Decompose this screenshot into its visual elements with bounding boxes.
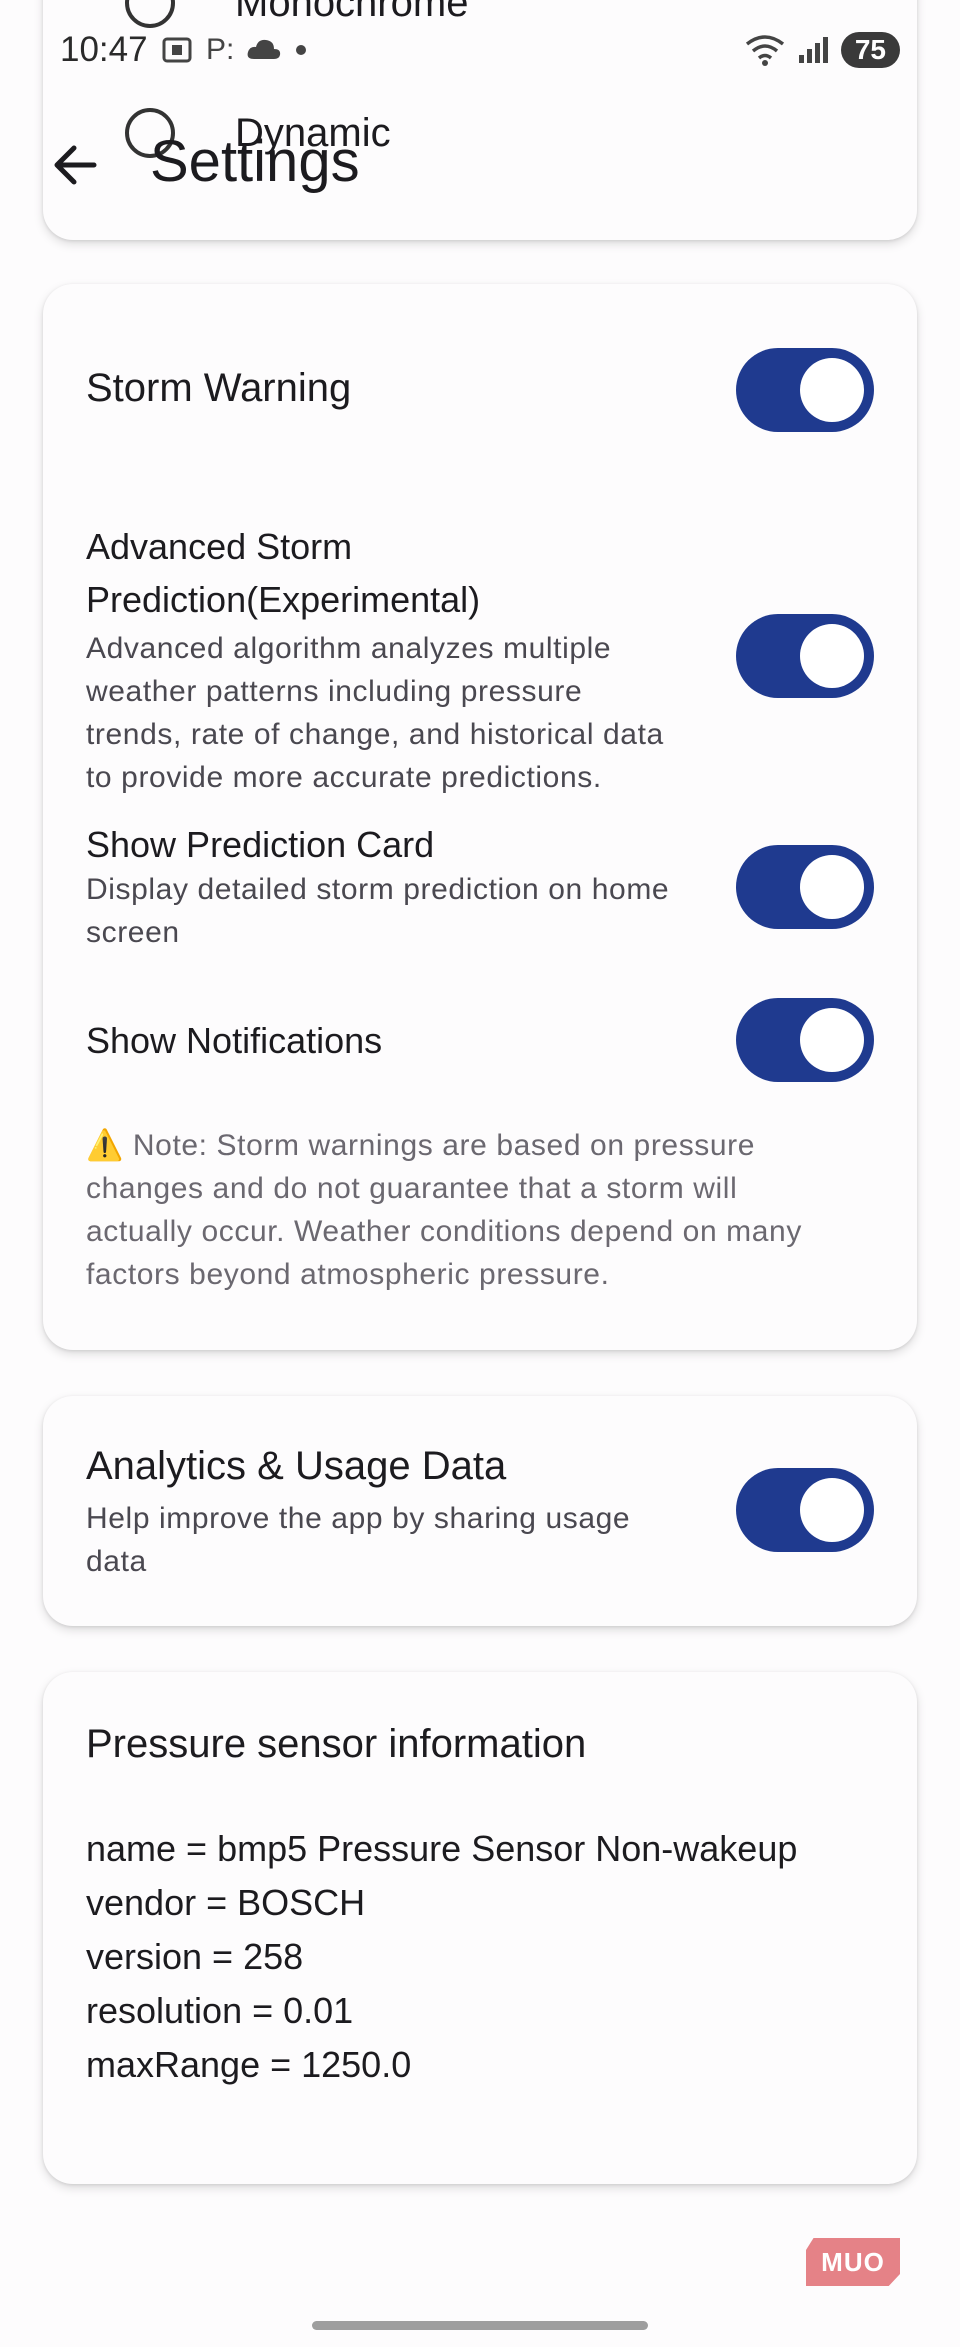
note-line: factors beyond atmospheric pressure. bbox=[86, 1258, 610, 1291]
analytics-toggle[interactable] bbox=[736, 1468, 874, 1552]
cloud-icon bbox=[247, 39, 281, 59]
back-arrow-icon[interactable] bbox=[50, 140, 100, 190]
signal-icon bbox=[798, 37, 828, 63]
wifi-icon bbox=[745, 35, 784, 66]
note-line: ⚠️ Note: Storm warnings are based on pre… bbox=[86, 1129, 756, 1162]
storm-warning-toggle[interactable] bbox=[736, 348, 874, 432]
sensor-info-line: maxRange = 1250.0 bbox=[86, 2044, 412, 2085]
home-indicator[interactable] bbox=[312, 2321, 648, 2330]
desc-line: screen bbox=[86, 916, 180, 949]
notifications-title: Show Notifications bbox=[86, 1020, 383, 1061]
sensor-info: name = bmp5 Pressure Sensor Non-wakeup v… bbox=[86, 1822, 797, 2092]
status-time: 10:47 bbox=[60, 30, 148, 69]
desc-line: Help improve the app by sharing usage bbox=[86, 1502, 631, 1535]
note-line: actually occur. Weather conditions depen… bbox=[86, 1215, 802, 1248]
prediction-card-toggle[interactable] bbox=[736, 845, 874, 929]
desc-line: trends, rate of change, and historical d… bbox=[86, 718, 664, 751]
advanced-prediction-title-line: Advanced Storm bbox=[86, 526, 353, 567]
advanced-prediction-title-line: Prediction(Experimental) bbox=[86, 579, 481, 620]
desc-line: weather patterns including pressure bbox=[86, 675, 583, 708]
storm-warning-card: Storm Warning Advanced Storm Prediction(… bbox=[43, 284, 917, 1350]
analytics-card: Analytics & Usage Data Help improve the … bbox=[43, 1396, 917, 1626]
advanced-prediction-title: Advanced Storm Prediction(Experimental) bbox=[86, 520, 480, 626]
sensor-info-line: version = 258 bbox=[86, 1936, 304, 1977]
toggle-knob bbox=[800, 1008, 864, 1072]
advanced-prediction-toggle[interactable] bbox=[736, 614, 874, 698]
sensor-info-line: resolution = 0.01 bbox=[86, 1990, 354, 2031]
sensor-info-line: vendor = BOSCH bbox=[86, 1882, 366, 1923]
storm-warning-title: Storm Warning bbox=[86, 366, 352, 410]
prediction-card-desc: Display detailed storm prediction on hom… bbox=[86, 868, 669, 954]
sensor-card: Pressure sensor information name = bmp5 … bbox=[43, 1672, 917, 2184]
prediction-card-title: Show Prediction Card bbox=[86, 824, 435, 865]
notifications-toggle[interactable] bbox=[736, 998, 874, 1082]
advanced-prediction-desc: Advanced algorithm analyzes multiple wea… bbox=[86, 627, 664, 799]
status-bar: 10:47 P: 75 bbox=[0, 0, 960, 100]
dot-icon bbox=[296, 45, 307, 55]
screenshot-icon bbox=[162, 37, 192, 63]
muo-watermark-logo: MUO bbox=[806, 2238, 900, 2286]
analytics-desc: Help improve the app by sharing usage da… bbox=[86, 1497, 630, 1583]
page-title: Settings bbox=[150, 129, 360, 194]
desc-line: Advanced algorithm analyzes multiple bbox=[86, 632, 612, 665]
p-icon: P: bbox=[206, 33, 235, 66]
battery-indicator: 75 bbox=[840, 32, 900, 68]
sensor-info-line: name = bmp5 Pressure Sensor Non-wakeup bbox=[86, 1828, 798, 1869]
status-icons-left: P: bbox=[160, 30, 308, 70]
toggle-knob bbox=[800, 1478, 864, 1542]
toggle-knob bbox=[800, 855, 864, 919]
toggle-knob bbox=[800, 624, 864, 688]
storm-note: ⚠️ Note: Storm warnings are based on pre… bbox=[86, 1124, 886, 1296]
analytics-title: Analytics & Usage Data bbox=[86, 1444, 507, 1488]
desc-line: Display detailed storm prediction on hom… bbox=[86, 873, 670, 906]
desc-line: to provide more accurate predictions. bbox=[86, 761, 602, 794]
status-icons-right: 75 bbox=[745, 30, 900, 70]
sensor-title: Pressure sensor information bbox=[86, 1722, 587, 1766]
desc-line: data bbox=[86, 1545, 147, 1578]
toggle-knob bbox=[800, 358, 864, 422]
note-line: changes and do not guarantee that a stor… bbox=[86, 1172, 738, 1205]
